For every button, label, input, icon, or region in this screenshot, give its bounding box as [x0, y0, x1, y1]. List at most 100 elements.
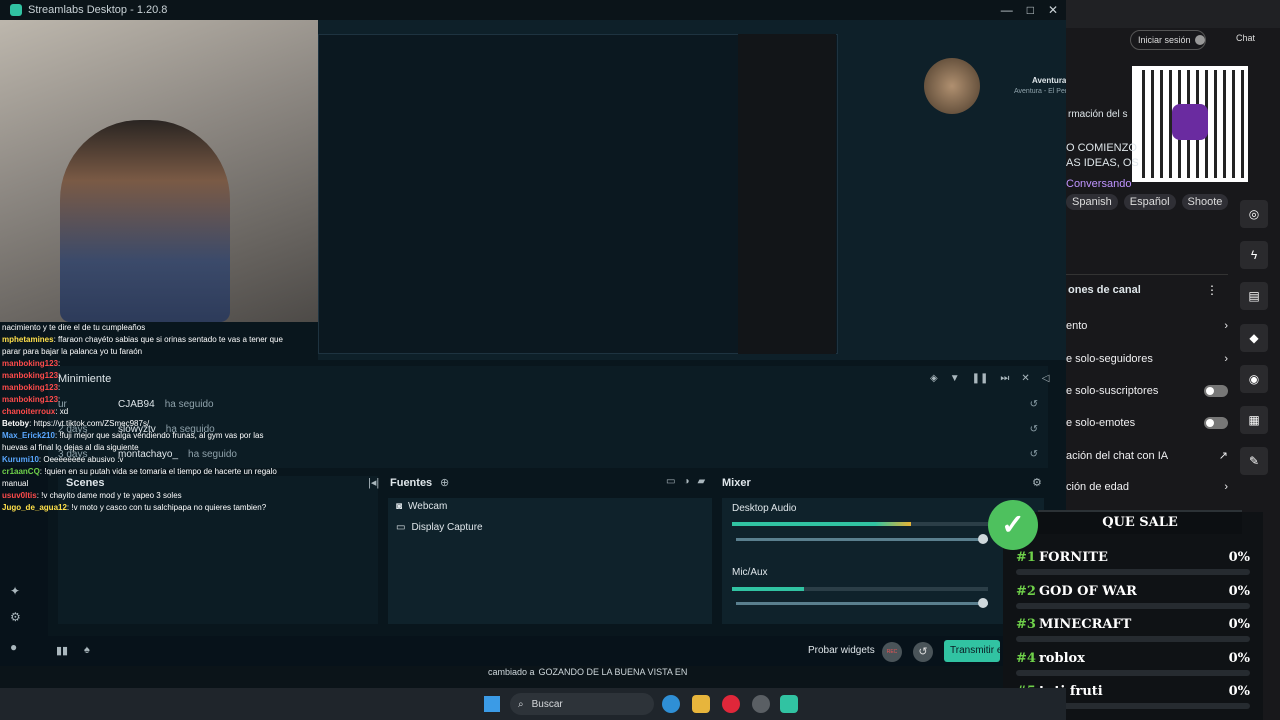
stats-icon[interactable]: ▮▮: [56, 644, 68, 657]
minimize-button[interactable]: —: [1001, 0, 1013, 20]
group-icon[interactable]: ◑: [683, 476, 689, 487]
tag-shooter[interactable]: Shoote: [1181, 194, 1229, 210]
shield-icon[interactable]: ◈: [930, 373, 938, 384]
lightning-icon[interactable]: ϟ: [1240, 241, 1268, 269]
broadcast-icon[interactable]: ◉: [1240, 365, 1268, 393]
webcam-person: [60, 120, 230, 322]
chat-username: cr1aanCQ: [2, 467, 40, 476]
filter-icon[interactable]: ▼: [950, 373, 960, 384]
folder-icon[interactable]: ▰: [698, 476, 706, 487]
poll-option-label-wrap: #4 roblox: [1016, 651, 1085, 666]
webcam-feed: [0, 20, 318, 322]
chat-text: : xd: [55, 407, 69, 416]
options-divider: [1066, 274, 1228, 275]
plus-icon[interactable]: ✦: [10, 584, 20, 598]
poll-option-number: #1: [1016, 550, 1036, 565]
file-explorer-icon[interactable]: [692, 695, 710, 713]
close-button[interactable]: ✕: [1048, 0, 1058, 20]
level-meter: [732, 587, 804, 591]
monitor-icon[interactable]: ▭: [666, 476, 675, 487]
split-icon[interactable]: |◂|: [368, 476, 379, 489]
poll-option-label-wrap: #2 GOD OF WAR: [1016, 584, 1137, 599]
chat-message: Betoby: https://vt.tiktok.com/ZSmec987s/: [2, 418, 314, 430]
chat-message: mphetamines: ffaraon chayéto sabias que …: [2, 334, 314, 346]
obs-icon[interactable]: [752, 695, 770, 713]
pause-icon[interactable]: ❚❚: [972, 373, 989, 384]
screen: { "window": {"title": "Streamlabs Deskto…: [0, 0, 1280, 720]
option-label: e solo-emotes: [1066, 417, 1136, 429]
option-row[interactable]: e solo-suscriptores: [1066, 385, 1236, 397]
poll-option-label: roblox: [1038, 650, 1085, 666]
skip-icon[interactable]: ⏭: [1000, 373, 1009, 384]
chat-bubble-icon[interactable]: ◆: [1240, 324, 1268, 352]
chat-text: :: [58, 395, 61, 404]
poll-option: #4 roblox 0%: [1016, 651, 1250, 666]
stream-info-line3: AS IDEAS, OS: [1066, 157, 1139, 169]
repeat-icon[interactable]: ↺: [1030, 424, 1038, 435]
edge-icon[interactable]: [662, 695, 680, 713]
document-icon[interactable]: ▤: [1240, 282, 1268, 310]
streamlabs-taskbar-icon[interactable]: [780, 695, 798, 713]
toggle-switch[interactable]: [1204, 385, 1228, 397]
add-source-icon[interactable]: ⊕: [440, 476, 449, 489]
option-row[interactable]: ento ›: [1066, 320, 1236, 332]
user-icon[interactable]: ●: [10, 640, 17, 654]
chevron-right-icon: ›: [1224, 353, 1228, 365]
option-row[interactable]: ción de edad ›: [1066, 481, 1236, 493]
poll-option: #3 MINECRAFT 0%: [1016, 617, 1250, 632]
avatar-icon: [1194, 35, 1205, 45]
wrench-icon[interactable]: ✎: [1240, 447, 1268, 475]
chat-tab[interactable]: Chat: [1236, 33, 1255, 43]
chat-message: manboking123:: [2, 382, 314, 394]
poll-option-percent: 0%: [1228, 650, 1250, 666]
poll-option-label-wrap: #3 MINECRAFT: [1016, 617, 1131, 632]
tag-spanish[interactable]: Spanish: [1066, 194, 1118, 210]
poll-option-label: FORNITE: [1038, 550, 1108, 565]
windows-start-icon[interactable]: [484, 696, 500, 712]
sources-title: Fuentes: [390, 477, 433, 489]
poll-option-percent: 0%: [1228, 550, 1250, 565]
source-item[interactable]: ◙ Webcam: [396, 501, 447, 512]
go-live-button[interactable]: Transmitir e: [944, 640, 1000, 662]
repeat-icon[interactable]: ↺: [1030, 449, 1038, 460]
layout-icon[interactable]: ▦: [1240, 406, 1268, 434]
login-label: Iniciar sesión: [1138, 35, 1191, 45]
settings-icon[interactable]: ⚙: [10, 610, 21, 624]
rec-button[interactable]: REC: [882, 642, 902, 662]
poll-option-bar: [1016, 636, 1250, 642]
chat-message: usuv0ltis: !v chayito dame mod y te yape…: [2, 490, 314, 502]
display-icon: ▭: [396, 522, 406, 533]
volume-slider-knob[interactable]: [978, 534, 988, 544]
search-icon: ⌕: [518, 698, 524, 710]
chevron-right-icon: ›: [1224, 481, 1228, 493]
category[interactable]: Conversando: [1066, 178, 1131, 190]
option-row[interactable]: ación del chat con IA ↗: [1066, 449, 1236, 463]
replay-button[interactable]: ↺: [913, 642, 933, 662]
chat-message: manboking123:: [2, 394, 314, 406]
bell-icon[interactable]: ♠: [84, 644, 90, 656]
test-widgets-button[interactable]: Probar widgets: [808, 645, 875, 656]
mute-alerts-icon[interactable]: ✕: [1021, 373, 1029, 384]
volume-slider-knob[interactable]: [978, 598, 988, 608]
taskbar-search[interactable]: ⌕ Buscar: [510, 693, 654, 715]
toggle-switch[interactable]: [1204, 417, 1228, 429]
camera-tool-icon[interactable]: ◎: [1240, 200, 1268, 228]
option-row[interactable]: e solo-emotes: [1066, 417, 1236, 429]
stream-info-line1: rmación del s: [1068, 109, 1128, 120]
chevron-right-icon: ›: [1224, 320, 1228, 332]
tag-espanol[interactable]: Español: [1123, 194, 1176, 210]
source-item[interactable]: ▭ Display Capture: [396, 522, 483, 533]
repeat-icon[interactable]: ↺: [1030, 399, 1038, 410]
go-live-label: Transmitir e: [950, 645, 1000, 656]
poll-option-percent: 0%: [1228, 583, 1250, 599]
maximize-button[interactable]: □: [1027, 0, 1034, 20]
mixer-settings-icon[interactable]: ⚙: [1032, 476, 1042, 489]
volume-slider-track: [736, 602, 988, 605]
chat-overlay: nacimiento y te dire el de tu cumpleaños…: [2, 322, 314, 514]
opera-icon[interactable]: [722, 695, 740, 713]
volume-icon[interactable]: ◁: [1042, 373, 1050, 384]
login-button[interactable]: Iniciar sesión: [1130, 30, 1206, 50]
source-label: Display Capture: [411, 522, 483, 533]
option-row[interactable]: e solo-seguidores ›: [1066, 353, 1236, 365]
options-menu-icon[interactable]: ⋮: [1206, 283, 1218, 297]
